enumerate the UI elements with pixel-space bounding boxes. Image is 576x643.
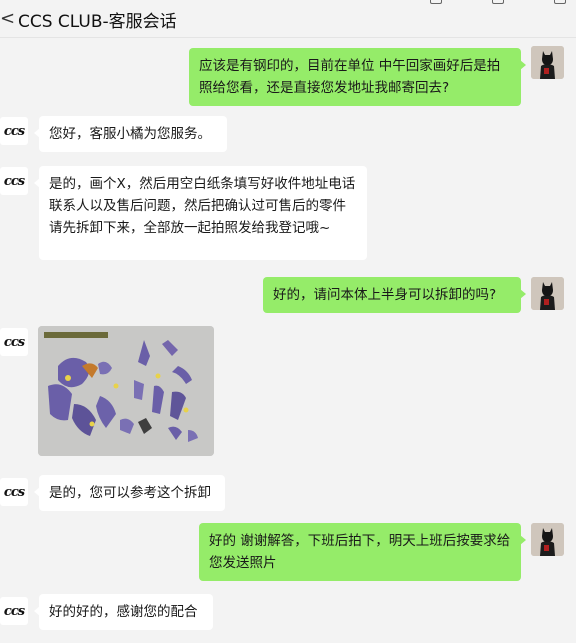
my-avatar[interactable] xyxy=(531,277,564,310)
masked-figure-icon xyxy=(531,46,564,79)
ccs-logo-icon: ccs xyxy=(3,123,25,139)
ccs-logo-icon: ccs xyxy=(3,484,25,500)
cs-avatar[interactable]: ccs xyxy=(0,117,28,145)
message-text: 您好，客服小橘为您服务。 xyxy=(49,126,211,142)
message-text: 是的，画个X，然后用空白纸条填写好收件地址电话联系人以及售后问题，然后把确认过可… xyxy=(49,176,356,236)
cs-message-bubble[interactable]: 好的好的，感谢您的配合 xyxy=(34,594,213,630)
masked-figure-icon xyxy=(531,523,564,556)
message-text: 好的 谢谢解答，下班后拍下，明天上班后按要求给您发送照片 xyxy=(209,533,511,571)
ccs-logo-icon: ccs xyxy=(3,603,25,619)
cs-avatar[interactable]: ccs xyxy=(0,597,28,625)
message-text: 应该是有钢印的，目前在单位 中午回家画好后是拍照给您看，还是直接您发地址我邮寄回… xyxy=(199,58,501,96)
cs-message-bubble[interactable]: 是的，画个X，然后用空白纸条填写好收件地址电话联系人以及售后问题，然后把确认过可… xyxy=(34,166,367,260)
cs-avatar[interactable]: ccs xyxy=(0,167,28,195)
cs-avatar[interactable]: ccs xyxy=(0,328,28,356)
minimize-icon[interactable] xyxy=(492,0,504,4)
robot-parts-image-icon xyxy=(38,326,214,456)
my-avatar[interactable] xyxy=(531,523,564,556)
parts-breakdown-photo[interactable] xyxy=(38,326,214,456)
cs-message-bubble[interactable]: 是的，您可以参考这个拆卸 xyxy=(34,475,225,511)
cs-message-bubble[interactable]: 您好，客服小橘为您服务。 xyxy=(34,116,227,152)
maximize-icon[interactable] xyxy=(554,0,566,4)
message-text: 好的，请问本体上半身可以拆卸的吗? xyxy=(273,287,497,303)
message-text: 是的，您可以参考这个拆卸 xyxy=(49,485,211,501)
masked-figure-icon xyxy=(531,277,564,310)
cs-avatar[interactable]: ccs xyxy=(0,478,28,506)
window-controls xyxy=(430,0,566,4)
ccs-logo-icon: ccs xyxy=(3,334,25,350)
ccs-logo-icon: ccs xyxy=(3,173,25,189)
my-message-bubble[interactable]: 应该是有钢印的，目前在单位 中午回家画好后是拍照给您看，还是直接您发地址我邮寄回… xyxy=(189,48,526,106)
chat-header: < CCS CLUB-客服会话 xyxy=(0,0,576,38)
back-chevron-icon[interactable]: < xyxy=(0,9,15,29)
my-message-bubble[interactable]: 好的 谢谢解答，下班后拍下，明天上班后按要求给您发送照片 xyxy=(199,523,526,581)
pin-icon[interactable] xyxy=(430,0,442,4)
chat-title: CCS CLUB-客服会话 xyxy=(18,12,177,32)
message-text: 好的好的，感谢您的配合 xyxy=(49,604,198,620)
my-avatar[interactable] xyxy=(531,46,564,79)
my-message-bubble[interactable]: 好的，请问本体上半身可以拆卸的吗? xyxy=(263,277,526,313)
